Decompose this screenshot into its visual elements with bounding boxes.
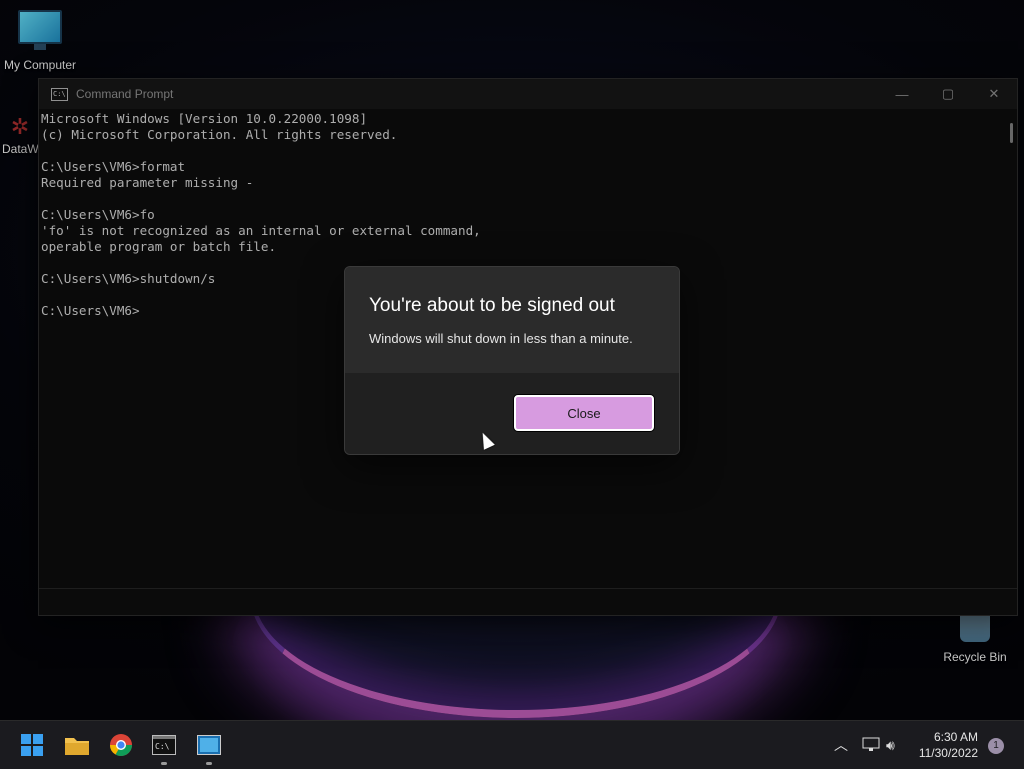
speaker-icon: 🔊︎ <box>886 736 895 753</box>
svg-text:C:\: C:\ <box>155 742 170 751</box>
dialog-footer: Close <box>345 373 679 454</box>
taskbar-chrome[interactable] <box>107 731 135 759</box>
taskbar-file-explorer[interactable] <box>63 731 91 759</box>
taskbar-terminal[interactable]: C:\ <box>150 731 178 765</box>
taskbar-app-window[interactable] <box>195 731 223 765</box>
signout-dialog: You're about to be signed out Windows wi… <box>344 266 680 455</box>
network-button[interactable] <box>862 721 880 769</box>
dialog-title: You're about to be signed out <box>369 295 615 316</box>
network-icon <box>862 737 880 751</box>
file-explorer-icon <box>65 738 89 755</box>
taskbar-clock[interactable]: 6:30 AM 11/30/2022 <box>919 729 978 761</box>
app-window-icon <box>197 735 221 755</box>
start-button[interactable] <box>18 731 46 759</box>
volume-button[interactable]: 🔊︎ <box>886 721 895 769</box>
notification-badge[interactable]: 1 <box>988 738 1004 754</box>
running-indicator <box>206 762 212 765</box>
dialog-message: Windows will shut down in less than a mi… <box>369 331 633 346</box>
dialog-content: You're about to be signed out Windows wi… <box>345 267 679 373</box>
clock-date: 11/30/2022 <box>918 746 978 760</box>
running-indicator <box>161 762 167 765</box>
taskbar: C:\ ︿ 🔊︎ 6:30 AM 11/30/2022 1 <box>0 720 1024 769</box>
terminal-icon: C:\ <box>152 735 176 755</box>
show-hidden-icons-button[interactable]: ︿ <box>834 721 848 769</box>
chrome-icon <box>110 734 132 756</box>
clock-time: 6:30 AM <box>933 730 978 744</box>
chevron-up-icon: ︿ <box>834 737 848 753</box>
windows-start-icon <box>21 734 43 756</box>
close-button[interactable]: Close <box>514 395 654 431</box>
